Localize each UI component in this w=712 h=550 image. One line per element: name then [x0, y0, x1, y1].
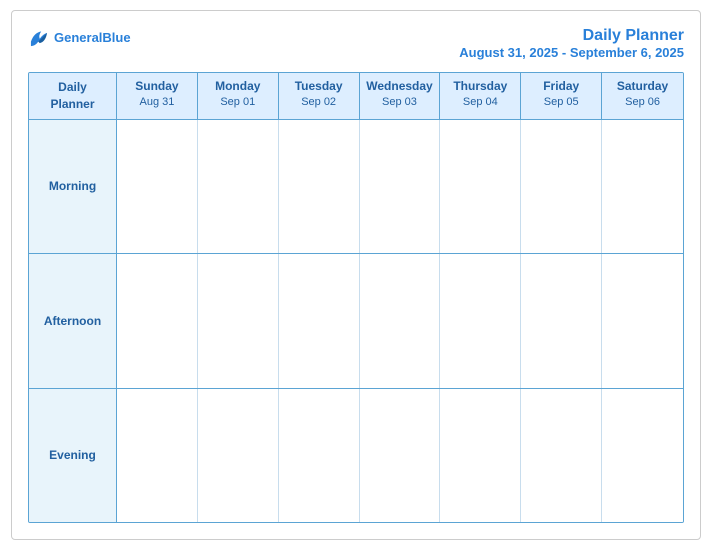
- page: GeneralBlue Daily Planner August 31, 202…: [11, 10, 701, 540]
- day-date-0: Aug 31: [121, 95, 193, 109]
- cell-afternoon-tue[interactable]: [279, 254, 360, 387]
- cell-morning-fri[interactable]: [521, 120, 602, 253]
- planner-subtitle: August 31, 2025 - September 6, 2025: [459, 45, 684, 60]
- cell-morning-thu[interactable]: [440, 120, 521, 253]
- cell-morning-sat[interactable]: [602, 120, 683, 253]
- day-date-3: Sep 03: [364, 95, 436, 109]
- grid-row-evening: Evening: [29, 389, 683, 522]
- day-date-5: Sep 05: [525, 95, 597, 109]
- grid-body: Morning Afternoon Evening: [29, 120, 683, 522]
- cell-afternoon-sat[interactable]: [602, 254, 683, 387]
- logo-general: General: [54, 30, 102, 45]
- day-name-1: Monday: [202, 79, 274, 95]
- grid-row-morning: Morning: [29, 120, 683, 254]
- header-col-2: Tuesday Sep 02: [279, 73, 360, 119]
- day-date-2: Sep 02: [283, 95, 355, 109]
- header-col-line2: Planner: [50, 97, 94, 111]
- logo: GeneralBlue: [28, 27, 131, 49]
- cell-morning-wed[interactable]: [360, 120, 441, 253]
- cell-evening-thu[interactable]: [440, 389, 521, 522]
- cell-evening-sat[interactable]: [602, 389, 683, 522]
- cell-evening-tue[interactable]: [279, 389, 360, 522]
- day-date-1: Sep 01: [202, 95, 274, 109]
- cell-afternoon-thu[interactable]: [440, 254, 521, 387]
- grid-row-afternoon: Afternoon: [29, 254, 683, 388]
- cell-evening-mon[interactable]: [198, 389, 279, 522]
- planner-grid: Daily Planner Sunday Aug 31 Monday Sep 0…: [28, 72, 684, 523]
- row-label-evening: Evening: [29, 389, 117, 522]
- planner-title: Daily Planner: [459, 27, 684, 45]
- day-name-4: Thursday: [444, 79, 516, 95]
- cell-evening-fri[interactable]: [521, 389, 602, 522]
- logo-text: GeneralBlue: [54, 30, 131, 46]
- header-col-0: Sunday Aug 31: [117, 73, 198, 119]
- cell-morning-mon[interactable]: [198, 120, 279, 253]
- cell-afternoon-wed[interactable]: [360, 254, 441, 387]
- grid-header: Daily Planner Sunday Aug 31 Monday Sep 0…: [29, 73, 683, 120]
- day-date-6: Sep 06: [606, 95, 679, 109]
- cell-evening-sun[interactable]: [117, 389, 198, 522]
- header-col-3: Wednesday Sep 03: [360, 73, 441, 119]
- day-name-2: Tuesday: [283, 79, 355, 95]
- cell-morning-sun[interactable]: [117, 120, 198, 253]
- header-col-5: Friday Sep 05: [521, 73, 602, 119]
- header: GeneralBlue Daily Planner August 31, 202…: [28, 27, 684, 60]
- header-col-label: Daily Planner: [29, 73, 117, 119]
- cell-morning-tue[interactable]: [279, 120, 360, 253]
- day-name-0: Sunday: [121, 79, 193, 95]
- day-date-4: Sep 04: [444, 95, 516, 109]
- header-col-1: Monday Sep 01: [198, 73, 279, 119]
- header-col-6: Saturday Sep 06: [602, 73, 683, 119]
- logo-blue: Blue: [102, 30, 130, 45]
- day-name-3: Wednesday: [364, 79, 436, 95]
- row-label-morning: Morning: [29, 120, 117, 253]
- cell-afternoon-fri[interactable]: [521, 254, 602, 387]
- logo-bird-icon: [28, 27, 50, 49]
- cell-evening-wed[interactable]: [360, 389, 441, 522]
- cell-afternoon-mon[interactable]: [198, 254, 279, 387]
- cell-afternoon-sun[interactable]: [117, 254, 198, 387]
- day-name-6: Saturday: [606, 79, 679, 95]
- header-col-line1: Daily: [58, 80, 87, 94]
- day-name-5: Friday: [525, 79, 597, 95]
- row-label-afternoon: Afternoon: [29, 254, 117, 387]
- title-block: Daily Planner August 31, 2025 - Septembe…: [459, 27, 684, 60]
- header-col-4: Thursday Sep 04: [440, 73, 521, 119]
